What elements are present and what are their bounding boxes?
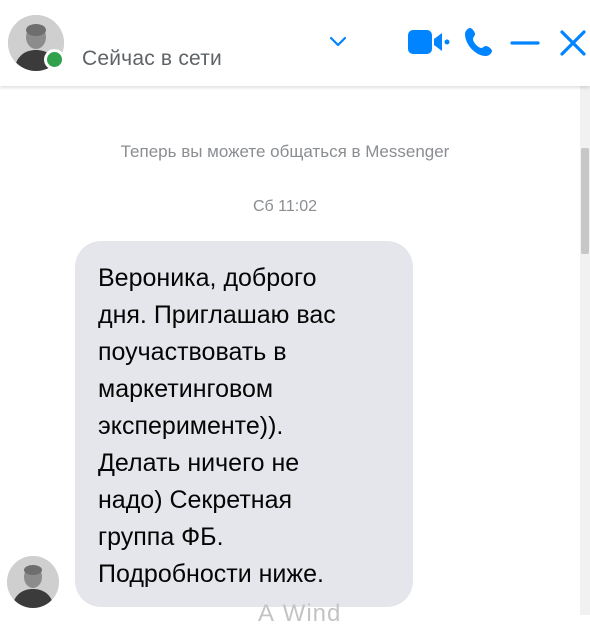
contact-avatar[interactable]: [8, 15, 65, 71]
message-timestamp: Сб 11:02: [252, 198, 317, 215]
sender-avatar[interactable]: [7, 556, 59, 608]
minimize-icon[interactable]: [510, 31, 540, 55]
phone-icon[interactable]: [463, 26, 493, 58]
online-indicator: [44, 49, 65, 70]
presence-status: Сейчас в сети: [82, 47, 222, 70]
close-icon[interactable]: [558, 28, 588, 58]
activation-watermark: А Wind: [258, 600, 342, 627]
chevron-down-icon[interactable]: [328, 34, 348, 48]
chat-header: Сейчас в сети: [0, 0, 590, 86]
conversation-start-notice: Теперь вы можете общаться в Messenger: [120, 142, 450, 161]
scrollbar-thumb[interactable]: [581, 148, 589, 254]
video-camera-icon[interactable]: [407, 27, 451, 57]
incoming-message-bubble[interactable]: Вероника, доброго дня. Приглашаю вас поу…: [75, 241, 413, 607]
scrollbar[interactable]: [580, 86, 590, 615]
